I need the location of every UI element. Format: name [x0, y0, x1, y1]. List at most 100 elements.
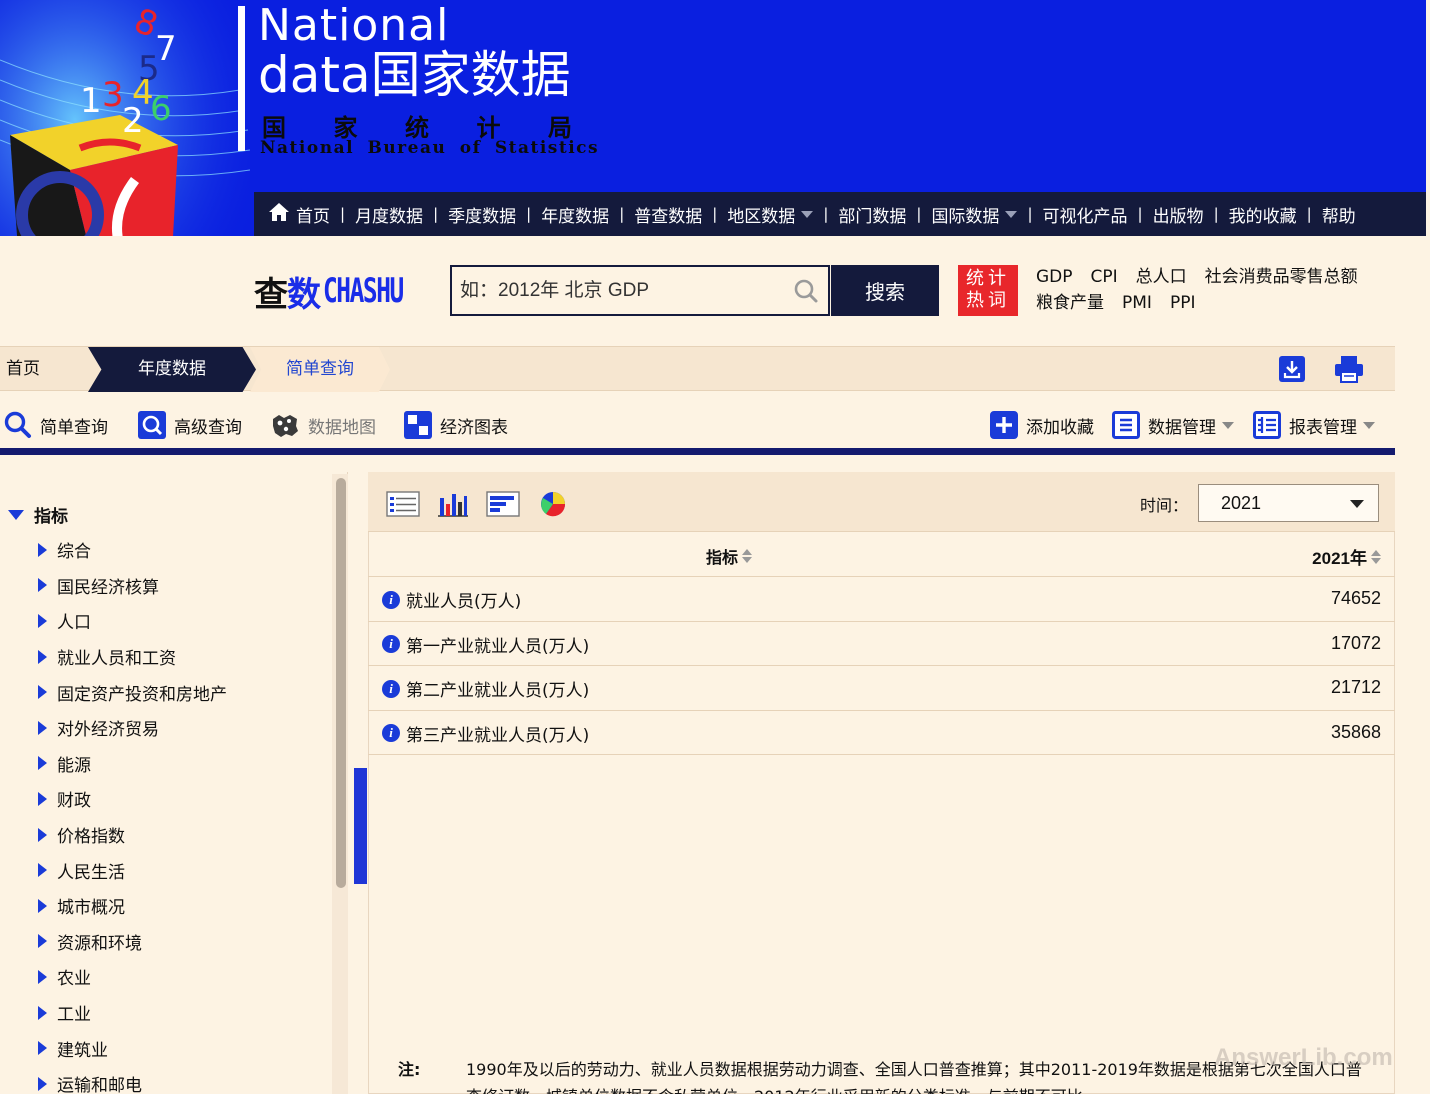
tree-item[interactable]: 对外经济贸易	[38, 710, 227, 746]
advanced-query-tool[interactable]: 高级查询	[138, 410, 242, 440]
tree-item-label: 人民生活	[57, 862, 125, 883]
pie-chart-icon[interactable]	[538, 490, 572, 518]
hot-badge-line: 热词	[966, 290, 1010, 311]
tree-item[interactable]: 资源和环境	[38, 924, 227, 960]
nav-item[interactable]: 可视化产品	[1043, 202, 1128, 227]
nav-separator: |	[619, 205, 625, 223]
add-favorite-label: 添加收藏	[1026, 417, 1094, 438]
table-row: i 第二产业就业人员(万人) 21712	[368, 666, 1395, 711]
table-body: i 就业人员(万人) 74652 i 第一产业就业人员(万人) 17072 i 第二产业就业人…	[368, 577, 1395, 755]
hot-link[interactable]: GDP	[1036, 267, 1073, 287]
download-icon[interactable]	[1278, 355, 1306, 383]
nav-item[interactable]: 月度数据	[355, 202, 423, 227]
tree-item[interactable]: 工业	[38, 995, 227, 1031]
table-view-icon[interactable]	[386, 490, 420, 518]
search-input[interactable]	[460, 279, 784, 302]
col-year-header[interactable]: 2021年	[1312, 544, 1381, 569]
nav-item[interactable]: 出版物	[1153, 202, 1204, 227]
caret-right-icon	[38, 649, 47, 664]
nav-item-label: 部门数据	[838, 206, 907, 227]
col-year-label: 2021年	[1312, 549, 1367, 568]
nav-item[interactable]: 普查数据	[634, 202, 702, 227]
print-icon[interactable]	[1334, 355, 1363, 383]
nav-item[interactable]: 帮助	[1322, 202, 1356, 227]
hot-link[interactable]: 总人口	[1136, 267, 1187, 287]
tree-item[interactable]: 固定资产投资和房地产	[38, 674, 227, 710]
col-indicator-header[interactable]: 指标	[706, 544, 753, 568]
tree-item[interactable]: 人民生活	[38, 852, 227, 888]
tree-item[interactable]: 运输和邮电	[38, 1066, 227, 1094]
tree-item[interactable]: 人口	[38, 603, 227, 639]
tree-item[interactable]: 能源	[38, 746, 227, 782]
search-box	[450, 265, 830, 316]
hot-link[interactable]: CPI	[1091, 267, 1118, 287]
nav-item[interactable]: 年度数据	[541, 202, 609, 227]
watermark: AnswerLib.com	[1214, 1044, 1393, 1071]
tree-item[interactable]: 建筑业	[38, 1030, 227, 1066]
search-button[interactable]: 搜索	[831, 265, 939, 316]
add-favorite-tool[interactable]: 添加收藏	[990, 410, 1094, 440]
nav-separator: |	[340, 205, 346, 223]
bar-chart-icon[interactable]	[436, 490, 470, 518]
nav-separator: |	[1213, 205, 1219, 223]
nav-item-label: 我的收藏	[1228, 206, 1297, 227]
hot-link[interactable]: PMI	[1122, 293, 1152, 313]
panel-splitter[interactable]	[354, 768, 367, 884]
nav-item-label: 可视化产品	[1042, 206, 1128, 227]
main-nav: 首页 | 月度数据 | 季度数据 | 年度数据 | 普查数据 | 地区数据 | 部门数据 | 国际数据 | 可视…	[254, 192, 1426, 236]
nav-item[interactable]: 国际数据	[931, 202, 1018, 227]
nav-item[interactable]: 首页	[268, 202, 330, 227]
tree-item[interactable]: 财政	[38, 781, 227, 817]
hot-link[interactable]: PPI	[1170, 293, 1196, 313]
nav-separator: |	[712, 205, 718, 223]
nav-item[interactable]: 地区数据	[727, 202, 814, 227]
tree-item[interactable]: 城市概况	[38, 888, 227, 924]
breadcrumb-home[interactable]: 首页	[6, 347, 40, 392]
tree-item[interactable]: 就业人员和工资	[38, 639, 227, 675]
simple-query-tool[interactable]: 简单查询	[4, 410, 108, 440]
breadcrumb-year-data[interactable]: 年度数据	[88, 347, 256, 392]
info-icon[interactable]: i	[382, 679, 400, 698]
tree-item[interactable]: 国民经济核算	[38, 568, 227, 604]
report-manage-tool[interactable]: 报表管理	[1253, 410, 1375, 440]
tree-item-label: 固定资产投资和房地产	[57, 684, 227, 705]
tree-item[interactable]: 农业	[38, 959, 227, 995]
nav-item[interactable]: 我的收藏	[1229, 202, 1297, 227]
nav-item-label: 季度数据	[448, 206, 517, 227]
hot-link[interactable]: 社会消费品零售总额	[1205, 267, 1358, 287]
nav-item[interactable]: 部门数据	[838, 202, 906, 227]
econ-chart-tool[interactable]: 经济图表	[404, 410, 508, 440]
sidebar-scroll-thumb[interactable]	[336, 478, 346, 888]
data-manage-tool[interactable]: 数据管理	[1112, 410, 1234, 440]
time-select[interactable]: 2021	[1198, 484, 1379, 522]
tree-item[interactable]: 价格指数	[38, 817, 227, 853]
chashu-logo: 查 数 CHASHU	[254, 270, 434, 315]
tree-item-label: 财政	[57, 791, 91, 812]
horizontal-bar-icon[interactable]	[486, 490, 520, 518]
col-indicator-label: 指标	[706, 548, 739, 567]
breadcrumb-simple-query[interactable]: 简单查询	[250, 347, 390, 392]
info-icon[interactable]: i	[382, 635, 400, 653]
note-label: 注:	[398, 1060, 421, 1079]
tree-item-label: 运输和邮电	[57, 1076, 142, 1094]
map-icon	[270, 411, 300, 439]
advanced-search-icon	[138, 411, 166, 439]
data-map-tool[interactable]: 数据地图	[270, 410, 376, 440]
tree-root-indicators[interactable]: 指标	[8, 502, 68, 527]
simple-query-label: 简单查询	[40, 417, 108, 438]
search-icon[interactable]	[784, 269, 828, 313]
row-indicator: i 第二产业就业人员(万人)	[382, 676, 589, 701]
tree-item[interactable]: 综合	[38, 532, 227, 568]
info-icon[interactable]: i	[382, 724, 400, 742]
row-indicator: i 第一产业就业人员(万人)	[382, 632, 589, 657]
tree-item-label: 人口	[57, 613, 91, 634]
caret-right-icon	[38, 578, 47, 593]
logo-data-word: data	[258, 46, 371, 104]
table-row: i 就业人员(万人) 74652	[368, 577, 1395, 622]
hot-link[interactable]: 粮食产量	[1036, 293, 1104, 313]
info-icon[interactable]: i	[382, 590, 400, 609]
tree-item-label: 城市概况	[57, 898, 125, 919]
nav-item-label: 年度数据	[541, 206, 610, 227]
nav-item[interactable]: 季度数据	[448, 202, 516, 227]
nav-separator: |	[823, 205, 829, 223]
